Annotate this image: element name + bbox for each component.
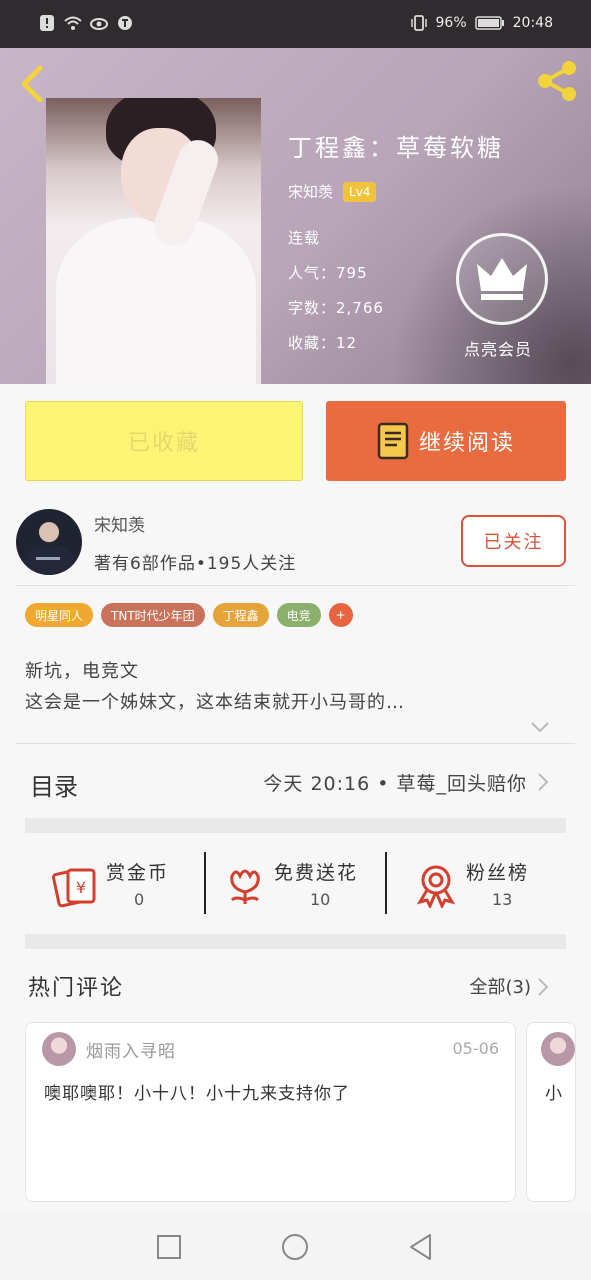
- avatar[interactable]: [541, 1032, 575, 1066]
- vip-crown-button[interactable]: [456, 233, 548, 325]
- hot-comments-title: 热门评论: [28, 976, 125, 1001]
- t-circle-icon: [118, 16, 132, 30]
- book-cover-image[interactable]: [46, 98, 261, 384]
- book-header: 丁程鑫：草莓软糖 宋知羡 Lv4 连载 人气：795 字数：2,766 收藏：1…: [0, 48, 591, 384]
- reward-coins-button[interactable]: ¥ 赏金币 0: [52, 852, 182, 914]
- chevron-right-icon[interactable]: [537, 977, 549, 997]
- comment-card[interactable]: 小: [526, 1022, 576, 1202]
- comment-text: 小: [545, 1084, 563, 1104]
- comment-card[interactable]: 烟雨入寻昭 05-06 噢耶噢耶！小十八！小十九来支持你了: [25, 1022, 516, 1202]
- avatar[interactable]: [42, 1032, 76, 1066]
- battery-percent: 96%: [435, 15, 467, 31]
- send-flower-count: 10: [310, 890, 331, 909]
- alert-icon: [40, 15, 54, 31]
- add-tag-button[interactable]: +: [328, 603, 353, 627]
- author-name[interactable]: 宋知羡: [288, 181, 333, 202]
- toc-title[interactable]: 目录: [30, 767, 78, 802]
- author-card-name[interactable]: 宋知羡: [94, 511, 145, 536]
- tag-item[interactable]: TNT时代少年团: [101, 603, 205, 627]
- author-row: 宋知羡 Lv4: [288, 181, 377, 202]
- book-icon: [377, 422, 409, 460]
- expand-chevron-icon[interactable]: [530, 720, 550, 734]
- continue-reading-button[interactable]: 继续阅读: [326, 401, 566, 481]
- follow-button[interactable]: 已关注: [461, 515, 566, 567]
- comment-username[interactable]: 烟雨入寻昭: [86, 1037, 176, 1062]
- all-comments-link[interactable]: 全部(3): [470, 973, 532, 999]
- description-line-1: 新坑，电竞文: [25, 661, 139, 682]
- comment-date: 05-06: [452, 1039, 500, 1058]
- divider: [385, 852, 387, 914]
- medal-icon: [416, 865, 456, 908]
- author-avatar[interactable]: [16, 509, 82, 575]
- status-bar: 96% 20:48: [0, 0, 591, 48]
- home-icon[interactable]: [280, 1232, 310, 1262]
- divider: [204, 852, 206, 914]
- tag-item[interactable]: 电竞: [276, 603, 321, 627]
- serial-status: 连载: [288, 229, 321, 247]
- continue-reading-label: 继续阅读: [418, 431, 515, 456]
- eye-icon: [90, 18, 108, 30]
- latest-chapter[interactable]: 今天 20:16 • 草莓_回头赔你: [263, 769, 527, 796]
- fan-ranking-label: 粉丝榜: [466, 862, 530, 884]
- send-flower-button[interactable]: 免费送花 10: [222, 852, 372, 914]
- divider: [16, 585, 575, 586]
- description-line-2: 这会是一个姊妹文，这本结束就开小马哥的…: [25, 692, 405, 713]
- flower-icon: [230, 869, 260, 904]
- vibrate-icon: [410, 15, 427, 31]
- level-badge: Lv4: [343, 181, 377, 202]
- tag-item[interactable]: 丁程鑫: [212, 603, 269, 627]
- word-count: 字数：2,766: [288, 299, 384, 317]
- send-flower-label: 免费送花: [274, 862, 359, 884]
- share-icon[interactable]: [535, 58, 581, 104]
- comment-text: 噢耶噢耶！小十八！小十九来支持你了: [44, 1084, 350, 1104]
- back-arrow-icon[interactable]: [14, 62, 50, 106]
- book-title: 丁程鑫：草莓软糖: [288, 134, 504, 162]
- section-separator: [25, 818, 566, 833]
- status-icons-left: [38, 14, 134, 32]
- section-separator: [25, 934, 566, 949]
- favorited-button[interactable]: 已收藏: [25, 401, 303, 481]
- chevron-right-icon[interactable]: [537, 772, 549, 792]
- fan-ranking-count: 13: [492, 890, 513, 909]
- vip-label[interactable]: 点亮会员: [464, 336, 532, 360]
- status-icons-right: 96% 20:48: [410, 14, 553, 32]
- reward-coins-label: 赏金币: [106, 862, 170, 884]
- battery-icon: [474, 16, 504, 30]
- crown-icon: [477, 258, 527, 300]
- red-envelope-icon: ¥: [52, 868, 96, 908]
- favorites-count: 收藏：12: [288, 334, 358, 352]
- svg-text:¥: ¥: [76, 878, 86, 897]
- tag-item[interactable]: 明星同人: [25, 603, 94, 627]
- tag-list: 明星同人 TNT时代少年团 丁程鑫 电竞 +: [25, 603, 353, 627]
- system-nav-bar: [0, 1212, 591, 1280]
- fan-ranking-button[interactable]: 粉丝榜 13: [414, 852, 544, 914]
- back-icon[interactable]: [406, 1232, 436, 1262]
- popularity: 人气：795: [288, 264, 368, 282]
- reward-coins-count: 0: [134, 890, 145, 909]
- author-stats: 著有6部作品•195人关注: [94, 554, 297, 574]
- clock: 20:48: [512, 15, 553, 31]
- recent-apps-icon[interactable]: [154, 1232, 184, 1262]
- divider: [16, 743, 575, 744]
- wifi-icon: [64, 16, 82, 30]
